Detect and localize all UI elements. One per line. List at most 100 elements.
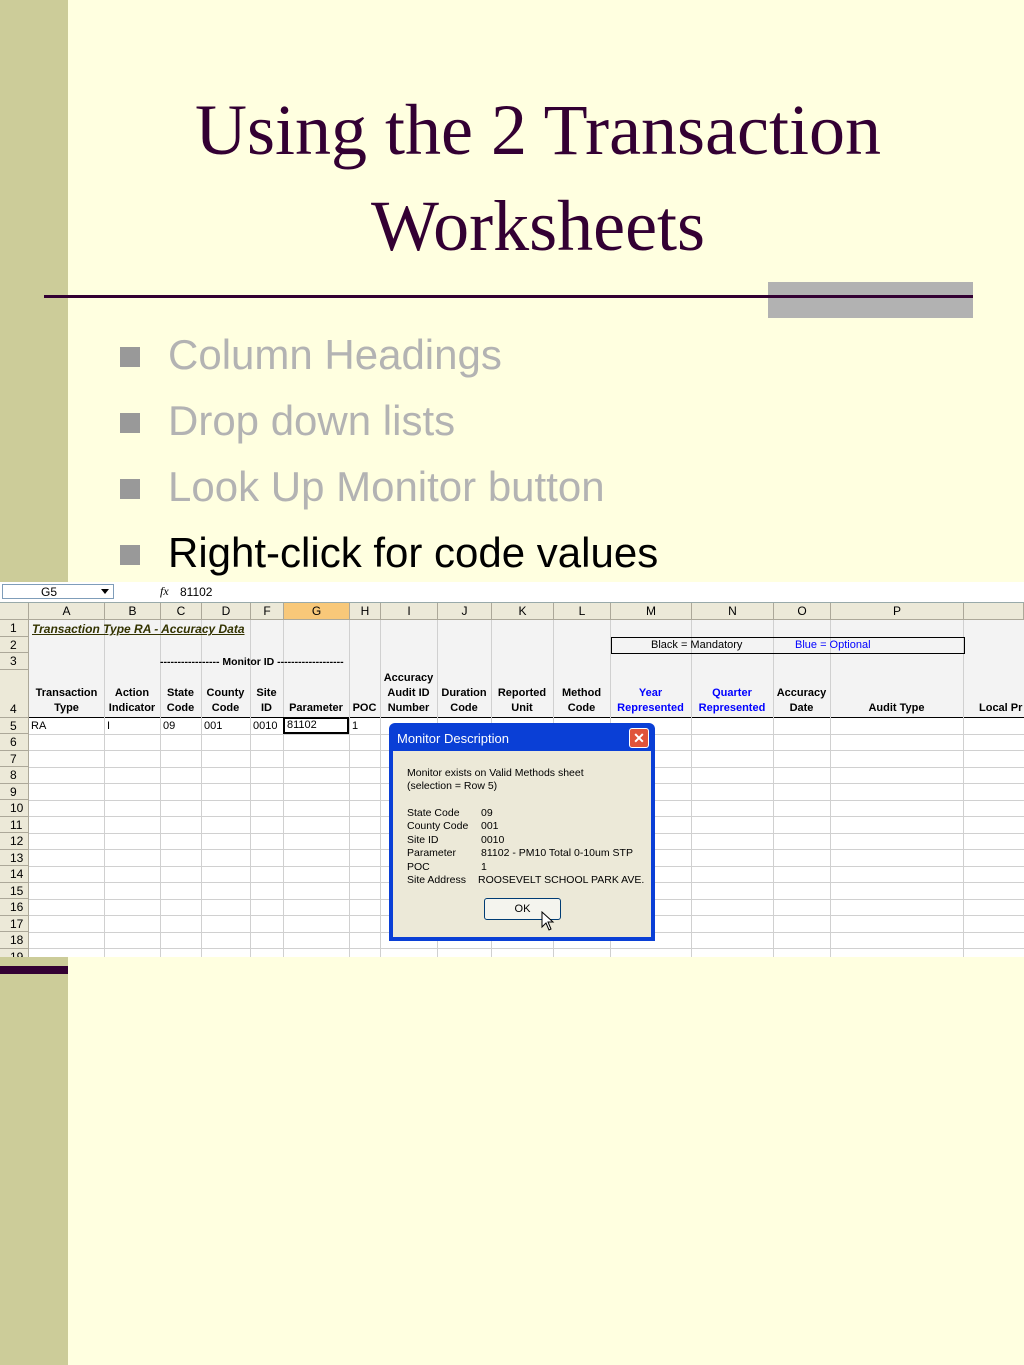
row-header[interactable]: 17 xyxy=(0,916,29,932)
cell-transaction-type[interactable]: RA xyxy=(31,720,46,732)
header-poc: POC xyxy=(352,702,377,714)
row-header[interactable]: 2 xyxy=(0,637,29,653)
dialog-body: Monitor exists on Valid Methods sheet (s… xyxy=(393,751,651,937)
legend-mandatory: Black = Mandatory xyxy=(651,639,743,651)
cell-site-id[interactable]: 0010 xyxy=(253,720,277,732)
title-rule-accent xyxy=(768,282,973,318)
slide-title: Using the 2 Transaction Worksheets xyxy=(100,82,976,274)
sheet-title: Transaction Type RA - Accuracy Data xyxy=(32,622,245,636)
dialog-label-parameter: Parameter xyxy=(407,847,457,859)
header-duration-code: Duration Code xyxy=(441,687,487,714)
row-header[interactable]: 14 xyxy=(0,866,29,883)
cell-state-code[interactable]: 09 xyxy=(163,720,175,732)
column-header[interactable]: C xyxy=(161,603,202,620)
dialog-value-address: ROOSEVELT SCHOOL PARK AVE. xyxy=(478,874,645,886)
header-quarter-represented: Quarter Represented xyxy=(698,687,766,714)
column-header[interactable]: P xyxy=(831,603,964,620)
row-header[interactable]: 9 xyxy=(0,784,29,800)
slide-title-line2: Worksheets xyxy=(370,186,706,266)
column-header[interactable]: G xyxy=(284,603,350,620)
row-header[interactable]: 4 xyxy=(0,670,29,718)
dialog-label-county: County Code xyxy=(407,820,469,832)
column-header[interactable] xyxy=(964,603,1024,620)
column-header[interactable]: B xyxy=(105,603,161,620)
bullet-square-icon xyxy=(120,545,140,565)
header-reported-unit: Reported Unit xyxy=(497,687,547,714)
legend-box: Black = Mandatory Blue = Optional xyxy=(611,637,965,654)
function-icon[interactable]: fx xyxy=(160,584,169,599)
column-header[interactable]: K xyxy=(492,603,554,620)
dialog-label-state: State Code xyxy=(407,807,460,819)
column-header[interactable]: I xyxy=(381,603,438,620)
dialog-value-parameter: 81102 - PM10 Total 0-10um STP xyxy=(481,847,633,859)
column-header[interactable]: D xyxy=(202,603,251,620)
column-header[interactable]: O xyxy=(774,603,831,620)
name-box-dropdown-icon[interactable] xyxy=(101,589,109,594)
spreadsheet-screenshot: G5 fx 81102 A B C D F G H I J K L M N O … xyxy=(0,582,1024,957)
dialog-label-poc: POC xyxy=(407,861,430,873)
column-header[interactable]: M xyxy=(611,603,692,620)
dialog-label-address: Site Address xyxy=(407,874,466,886)
dialog-value-county: 001 xyxy=(481,820,499,832)
dialog-message-line2: (selection = Row 5) xyxy=(407,780,498,792)
column-header[interactable]: H xyxy=(350,603,381,620)
header-accuracy-date: Accuracy Date xyxy=(776,687,827,714)
column-header[interactable]: J xyxy=(438,603,492,620)
bullet-square-icon xyxy=(120,479,140,499)
header-local: Local Pr xyxy=(979,702,1023,714)
header-action-indicator: Action Indicator xyxy=(108,687,156,714)
row-header[interactable]: 1 xyxy=(0,620,29,637)
slide-title-line1: Using the 2 Transaction xyxy=(194,90,881,170)
dialog-label-site: Site ID xyxy=(407,834,439,846)
header-county-code: County Code xyxy=(206,687,245,714)
row-header[interactable]: 7 xyxy=(0,751,29,767)
dialog-title: Monitor Description xyxy=(397,731,509,746)
column-header[interactable]: A xyxy=(29,603,105,620)
bullet-text: Drop down lists xyxy=(168,397,456,444)
row-header[interactable]: 15 xyxy=(0,883,29,899)
close-icon[interactable]: ✕ xyxy=(629,728,649,748)
row-header[interactable]: 19 xyxy=(0,949,29,957)
row-header[interactable]: 18 xyxy=(0,932,29,949)
formula-bar: G5 fx 81102 xyxy=(0,582,1024,603)
header-method-code: Method Code xyxy=(561,687,602,714)
column-header[interactable]: F xyxy=(251,603,284,620)
bullet-text: Column Headings xyxy=(168,331,502,378)
select-all-corner[interactable] xyxy=(0,603,29,620)
formula-input[interactable]: 81102 xyxy=(180,585,212,599)
legend-optional: Blue = Optional xyxy=(795,639,871,651)
dialog-message-line1: Monitor exists on Valid Methods sheet xyxy=(407,767,584,779)
cell-poc[interactable]: 1 xyxy=(352,720,358,732)
cell-action-indicator[interactable]: I xyxy=(107,720,110,732)
row-header[interactable]: 6 xyxy=(0,734,29,751)
bullet-square-icon xyxy=(120,413,140,433)
dialog-value-site: 0010 xyxy=(481,834,505,846)
active-cell-parameter[interactable]: 81102 xyxy=(283,717,349,734)
column-header[interactable]: L xyxy=(554,603,611,620)
header-accuracy-audit-id: Accuracy Audit ID Number xyxy=(383,672,434,714)
row-header[interactable]: 8 xyxy=(0,767,29,784)
bullet-square-icon xyxy=(120,347,140,367)
header-transaction-type: Transaction Type xyxy=(35,687,98,714)
row-header[interactable]: 5 xyxy=(0,718,29,734)
dialog-value-state: 09 xyxy=(481,807,493,819)
header-site-id: Site ID xyxy=(256,687,277,714)
header-parameter: Parameter xyxy=(289,702,343,714)
title-rule xyxy=(44,295,973,298)
bullet-text: Right-click for code values xyxy=(168,529,659,576)
header-state-code: State Code xyxy=(166,687,195,714)
monitor-id-label: ----------------- Monitor ID -----------… xyxy=(160,656,344,668)
mouse-pointer-icon xyxy=(541,911,555,931)
monitor-description-dialog: Monitor Description ✕ Monitor exists on … xyxy=(389,723,655,941)
row-header[interactable]: 3 xyxy=(0,653,29,670)
left-accent-bar-dark xyxy=(0,966,68,974)
row-header[interactable]: 12 xyxy=(0,833,29,850)
row-header[interactable]: 10 xyxy=(0,800,29,817)
row-header[interactable]: 16 xyxy=(0,899,29,916)
dialog-value-poc: 1 xyxy=(481,861,487,873)
cell-county-code[interactable]: 001 xyxy=(204,720,222,732)
row-header[interactable]: 11 xyxy=(0,817,29,833)
name-box[interactable]: G5 xyxy=(2,584,114,599)
column-header[interactable]: N xyxy=(692,603,774,620)
row-header[interactable]: 13 xyxy=(0,850,29,866)
